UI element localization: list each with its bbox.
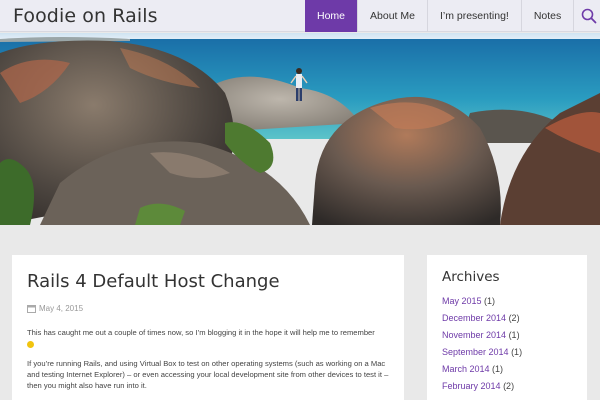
post-meta: May 4, 2015 [27, 304, 389, 313]
post-paragraph-1: This has caught me out a couple of times… [27, 327, 389, 349]
main-nav: Home About Me I’m presenting! Notes [305, 0, 600, 32]
search-icon [581, 8, 597, 24]
post-title[interactable]: Rails 4 Default Host Change [27, 271, 389, 292]
archive-item: May 2015 (1) [442, 293, 572, 310]
archive-link[interactable]: February 2014 [442, 381, 501, 391]
calendar-icon [27, 305, 36, 313]
archive-count: (1) [508, 330, 520, 340]
post-date[interactable]: May 4, 2015 [39, 304, 83, 313]
archive-count: (1) [492, 364, 504, 374]
post-paragraph-2: If you’re running Rails, and using Virtu… [27, 359, 389, 390]
site-header: Foodie on Rails Home About Me I’m presen… [0, 0, 600, 32]
archive-link[interactable]: November 2014 [442, 330, 506, 340]
archive-count: (1) [511, 347, 523, 357]
archive-link[interactable]: December 2014 [442, 313, 506, 323]
archive-count: (2) [508, 313, 520, 323]
nav-item-presenting[interactable]: I’m presenting! [426, 0, 521, 32]
search-button[interactable] [573, 0, 600, 32]
archives-widget: Archives May 2015 (1) December 2014 (2) … [427, 255, 587, 400]
archive-item: September 2014 (1) [442, 344, 572, 361]
archive-item: March 2014 (1) [442, 361, 572, 378]
nav-item-about-me[interactable]: About Me [357, 0, 427, 32]
post-card: Rails 4 Default Host Change May 4, 2015 … [12, 255, 404, 400]
archive-count: (1) [484, 296, 496, 306]
archives-title: Archives [442, 269, 500, 285]
archive-item: November 2014 (1) [442, 327, 572, 344]
archive-link[interactable]: May 2015 [442, 296, 482, 306]
archive-item: February 2014 (2) [442, 378, 572, 395]
archive-item: December 2014 (2) [442, 310, 572, 327]
archive-link[interactable]: March 2014 [442, 364, 490, 374]
smiley-icon [27, 340, 34, 348]
archive-count: (2) [503, 381, 515, 391]
nav-item-notes[interactable]: Notes [520, 0, 573, 32]
site-title[interactable]: Foodie on Rails [13, 5, 158, 27]
archive-link[interactable]: September 2014 [442, 347, 509, 357]
nav-item-home[interactable]: Home [305, 0, 358, 32]
header-image [0, 33, 600, 225]
